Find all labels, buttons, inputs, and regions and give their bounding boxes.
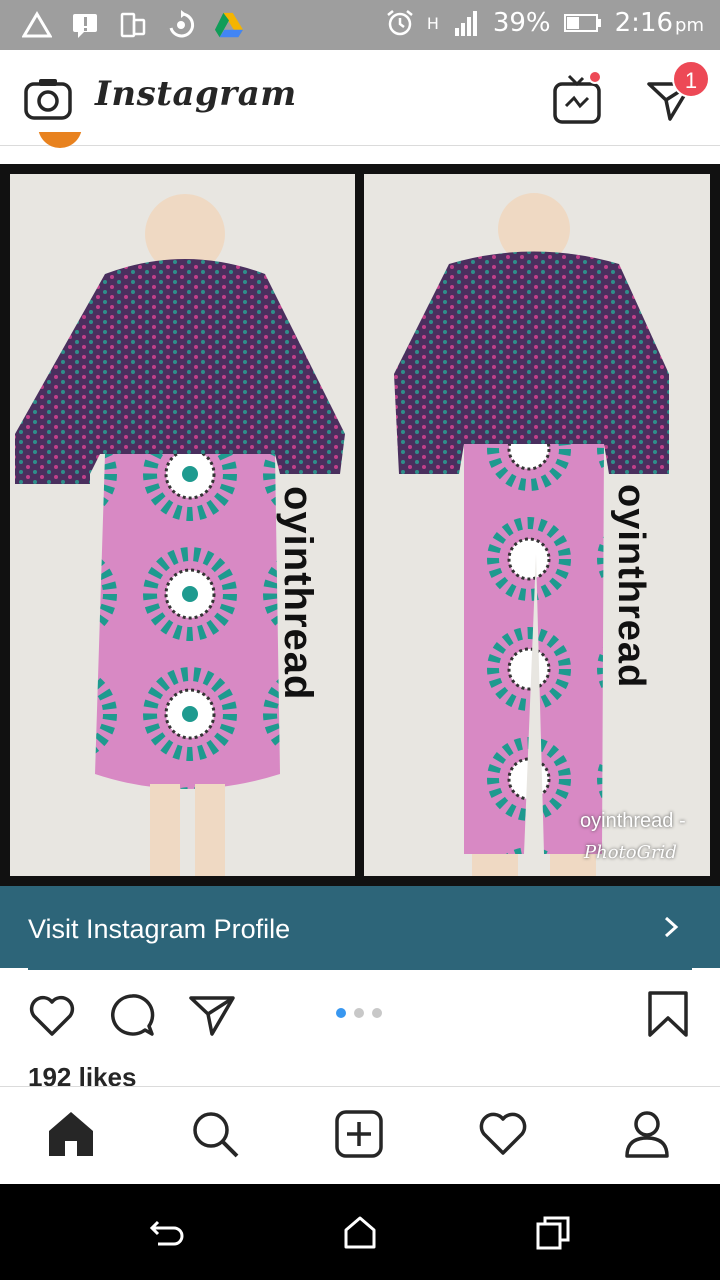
carousel-dot-active — [336, 1008, 346, 1018]
sync-icon — [169, 10, 194, 38]
add-post-icon[interactable] — [334, 1109, 384, 1159]
avatar[interactable] — [38, 132, 82, 150]
divider — [28, 968, 692, 970]
android-navigation-bar — [0, 1184, 720, 1280]
app-header: Instagram 1 — [0, 50, 720, 146]
watermark-right: oyinthread — [610, 484, 652, 689]
clock: 2:16 pm — [615, 8, 704, 38]
carousel-dot — [372, 1008, 382, 1018]
bookmark-icon[interactable] — [646, 990, 690, 1038]
status-left-icons — [22, 10, 244, 40]
network-type: H — [426, 13, 439, 33]
home-button-icon[interactable] — [341, 1214, 379, 1252]
comment-icon[interactable] — [108, 992, 156, 1038]
watermark-left: oyinthread — [276, 486, 320, 701]
camera-icon[interactable] — [24, 78, 72, 120]
direct-badge: 1 — [672, 60, 710, 98]
clock-time: 2:16 — [614, 8, 674, 38]
profile-icon[interactable] — [622, 1109, 672, 1159]
carousel-indicator — [336, 1008, 382, 1018]
carousel-dot — [354, 1008, 364, 1018]
photogrid-label: PhotoGrid — [584, 842, 677, 863]
clock-suffix: pm — [675, 15, 704, 36]
battery-icon — [563, 14, 601, 32]
home-icon[interactable] — [46, 1109, 96, 1159]
bottom-navigation — [0, 1086, 720, 1184]
like-heart-icon[interactable] — [28, 992, 76, 1038]
back-icon[interactable] — [148, 1214, 186, 1252]
instagram-logo: Instagram — [95, 74, 297, 114]
visit-profile-label: Visit Instagram Profile — [28, 914, 291, 944]
activity-heart-icon[interactable] — [478, 1109, 528, 1159]
post-image[interactable]: oyinthread oyinthread oyinthread - Photo… — [0, 164, 720, 886]
status-bar: H 39% 2:16 pm — [0, 0, 720, 50]
igtv-notification-dot — [588, 70, 602, 84]
share-icon[interactable] — [188, 992, 236, 1038]
chevron-right-icon — [664, 916, 679, 938]
photo-jumpsuit — [364, 174, 710, 876]
google-drive-icon — [214, 12, 244, 38]
warning-triangle-icon — [22, 11, 52, 38]
signal-icon — [454, 11, 477, 36]
recent-apps-icon[interactable] — [534, 1214, 572, 1252]
alert-message-icon — [73, 14, 97, 38]
battery-percent: 39% — [492, 8, 551, 38]
screen-rotation-icon — [120, 12, 146, 38]
status-right-icons: H 39% 2:16 pm — [385, 8, 704, 38]
jumpsuit-illustration — [364, 174, 710, 876]
alarm-icon — [387, 10, 413, 36]
search-icon[interactable] — [190, 1109, 240, 1159]
visit-profile-bar[interactable]: Visit Instagram Profile — [0, 886, 720, 968]
photogrid-credit: oyinthread - — [580, 810, 686, 832]
